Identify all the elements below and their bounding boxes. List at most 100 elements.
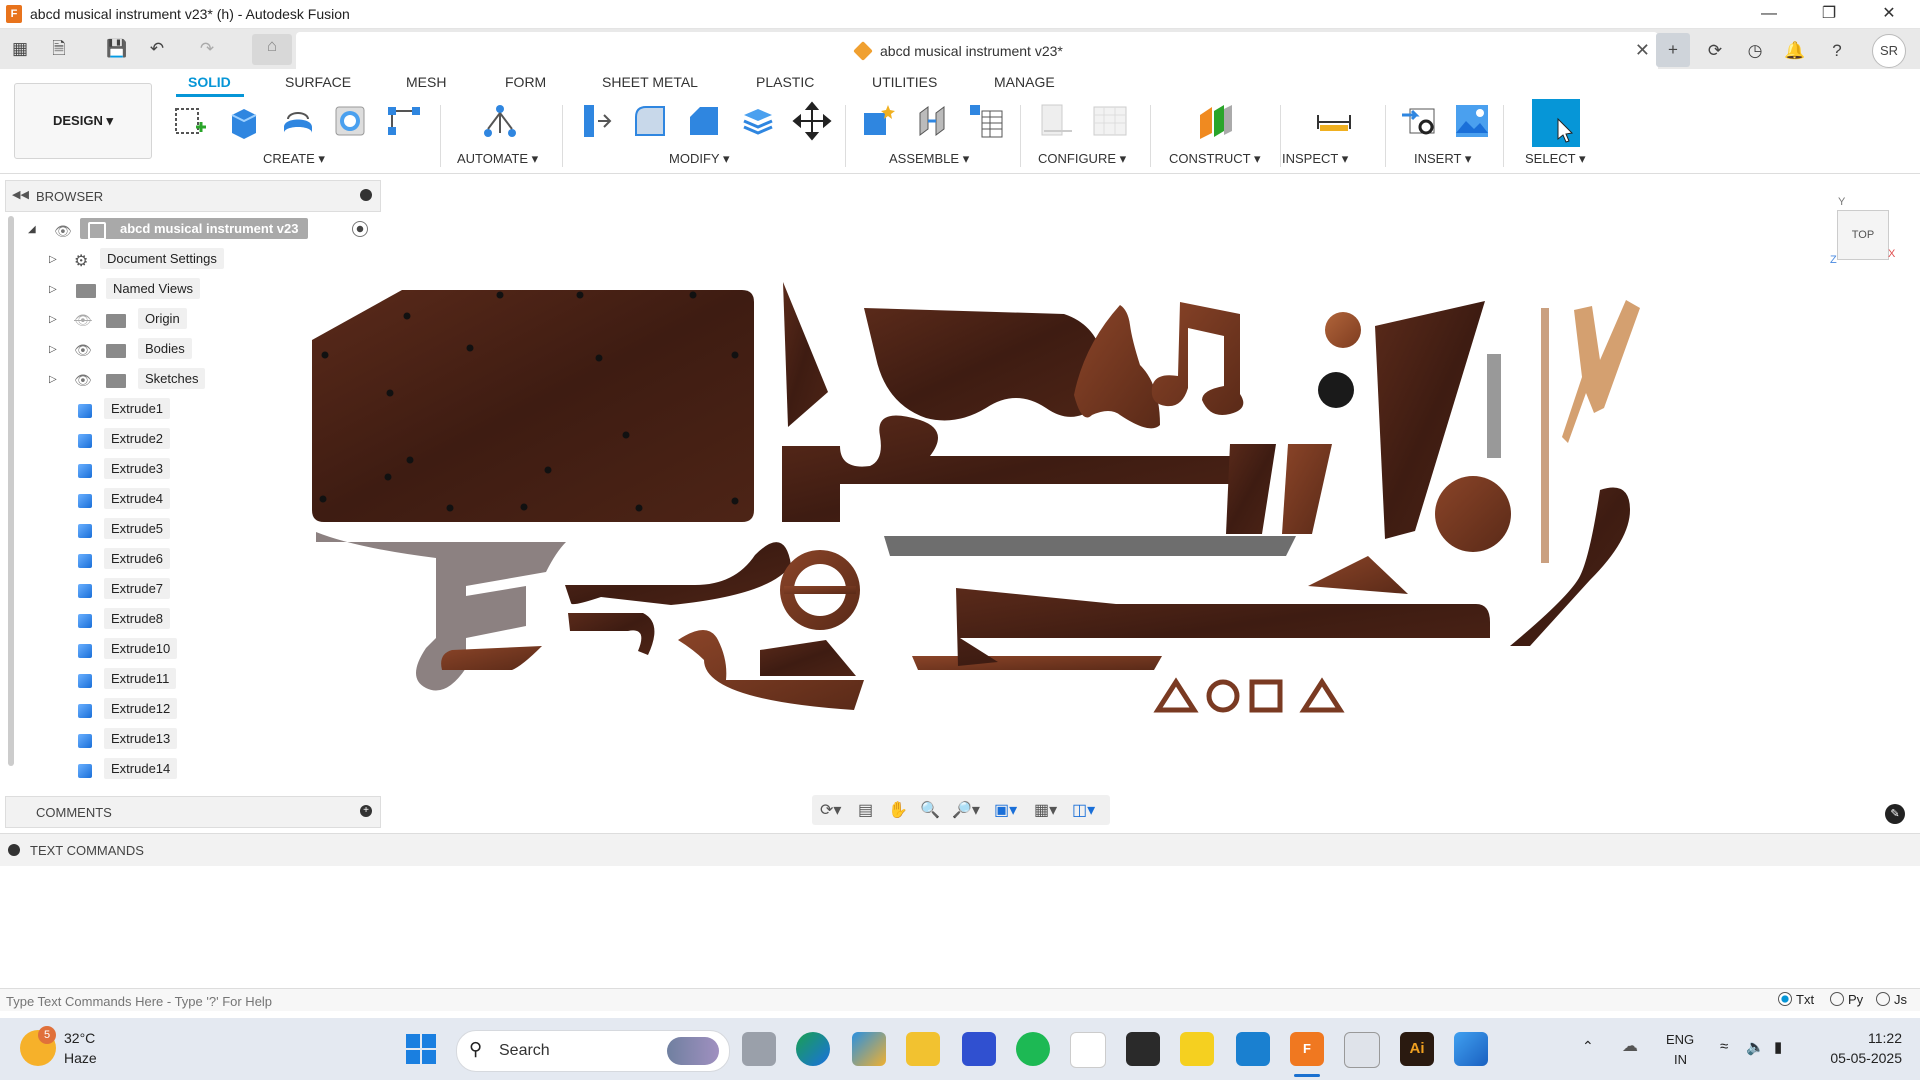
battery-icon[interactable]: ▮	[1774, 1038, 1782, 1056]
body-small-disc[interactable]	[1325, 312, 1361, 348]
revolve-icon[interactable]	[278, 101, 318, 141]
body-large-panel[interactable]	[312, 290, 754, 522]
chamfer-icon[interactable]	[684, 101, 724, 141]
speaker-muted-icon[interactable]: 🔈	[1746, 1038, 1765, 1056]
minimize-button[interactable]: —	[1754, 4, 1784, 24]
extrude-icon[interactable]	[224, 101, 264, 141]
body-thin-rod[interactable]	[1541, 308, 1549, 563]
job-status-icon[interactable]: ◷	[1740, 36, 1770, 66]
viewports-icon[interactable]: ◫▾	[1072, 800, 1095, 820]
browser-options-icon[interactable]	[360, 189, 372, 201]
display-settings-icon[interactable]: ▣▾	[994, 800, 1017, 820]
body-round-disc[interactable]	[1435, 476, 1511, 552]
body-drumsticks[interactable]	[1562, 300, 1640, 443]
configuration-table-icon[interactable]	[1090, 101, 1130, 141]
eye-visible-icon[interactable]: 👁	[74, 372, 92, 389]
create-sketch-icon[interactable]	[170, 101, 210, 141]
language-secondary[interactable]: IN	[1674, 1052, 1687, 1067]
zoom-icon[interactable]: 🔍	[920, 800, 940, 820]
new-component-icon[interactable]	[858, 101, 898, 141]
photos-icon[interactable]	[1454, 1032, 1488, 1066]
file-explorer-icon[interactable]	[906, 1032, 940, 1066]
help-icon[interactable]: ?	[1822, 36, 1852, 66]
measure-icon[interactable]	[1314, 101, 1354, 141]
expand-triangle-icon[interactable]: ▷	[49, 284, 57, 295]
taskbar-search[interactable]: ⚲ Search	[456, 1030, 730, 1072]
data-panel-grid-icon[interactable]: ▦	[7, 37, 33, 61]
terminal-icon[interactable]	[1126, 1032, 1160, 1066]
language-primary[interactable]: ENG	[1666, 1032, 1694, 1047]
extensions-icon[interactable]: ⟳	[1700, 36, 1730, 66]
mode-radio-txt[interactable]	[1778, 992, 1792, 1006]
mode-radio-py[interactable]	[1830, 992, 1844, 1006]
copilot-icon[interactable]	[852, 1032, 886, 1066]
text-command-input[interactable]	[4, 991, 1408, 1011]
vscode-icon[interactable]	[1236, 1032, 1270, 1066]
configure-icon[interactable]	[1036, 101, 1076, 141]
body-wedge-a[interactable]	[1226, 444, 1276, 534]
browser-scrollbar[interactable]	[8, 216, 14, 766]
body-outline-triangle-2[interactable]	[1299, 677, 1345, 713]
windows-start-icon[interactable]	[406, 1034, 436, 1064]
assemble-group-label[interactable]: ASSEMBLE ▾	[889, 151, 969, 167]
body-dark-disc[interactable]	[1318, 372, 1354, 408]
undo-icon[interactable]: ↶	[144, 37, 170, 61]
body-hook[interactable]	[1510, 487, 1630, 647]
clock-time[interactable]: 11:22	[1842, 1030, 1902, 1046]
automate-group-label[interactable]: AUTOMATE ▾	[457, 151, 538, 167]
body-long-bridge[interactable]	[782, 415, 1250, 522]
body-outline-square[interactable]	[1249, 679, 1283, 713]
zoom-window-icon[interactable]: 🔎▾	[952, 800, 980, 820]
hole-icon[interactable]	[330, 101, 370, 141]
insert-group-label[interactable]: INSERT ▾	[1414, 151, 1471, 167]
notifications-bell-icon[interactable]: 🔔	[1780, 36, 1810, 66]
text-commands-header[interactable]: TEXT COMMANDS	[0, 833, 1920, 866]
viewcube[interactable]: TOP	[1837, 210, 1889, 260]
browser-panel-header[interactable]: ◀◀ BROWSER	[5, 180, 381, 212]
body-music-note[interactable]	[1151, 302, 1244, 416]
bill-of-materials-icon[interactable]	[966, 101, 1006, 141]
joint-icon[interactable]	[912, 101, 952, 141]
body-small-hook[interactable]	[568, 613, 655, 655]
shell-icon[interactable]	[738, 101, 778, 141]
redo-icon[interactable]: ↷	[194, 37, 220, 61]
new-tab-plus-icon[interactable]: +	[1656, 33, 1690, 67]
body-outline-triangle[interactable]	[1153, 677, 1199, 713]
close-tab-icon[interactable]: ✕	[1635, 40, 1650, 61]
body-ornament[interactable]	[1074, 305, 1160, 429]
body-rail[interactable]	[912, 656, 1162, 670]
body-flat-triangle[interactable]	[1308, 556, 1408, 594]
select-tool-icon[interactable]	[1532, 99, 1580, 147]
tab-mesh[interactable]: MESH	[406, 74, 446, 90]
profile-avatar[interactable]: SR	[1872, 34, 1906, 68]
body-ring-bar[interactable]	[784, 586, 856, 594]
tab-plastic[interactable]: PLASTIC	[756, 74, 814, 90]
tab-form[interactable]: FORM	[505, 74, 546, 90]
tab-surface[interactable]: SURFACE	[285, 74, 351, 90]
sticky-notes-icon[interactable]	[1180, 1032, 1214, 1066]
body-dark-triangle[interactable]	[760, 640, 856, 676]
fusion-taskbar-icon[interactable]: F	[1290, 1032, 1324, 1066]
select-group-label[interactable]: SELECT ▾	[1525, 151, 1585, 167]
file-menu-icon[interactable]: 🗎	[46, 37, 72, 61]
eye-visible-icon[interactable]: 👁	[54, 223, 72, 240]
microsoft-store-icon[interactable]	[1070, 1032, 1106, 1068]
onedrive-offline-icon[interactable]: ☁	[1622, 1036, 1638, 1056]
home-icon[interactable]: ⌂	[252, 34, 292, 65]
snipping-tool-icon[interactable]	[1344, 1032, 1380, 1068]
vector-app-icon[interactable]	[962, 1032, 996, 1066]
pattern-icon[interactable]	[384, 101, 424, 141]
expand-triangle-icon[interactable]: ▷	[49, 254, 57, 265]
mode-radio-js[interactable]	[1876, 992, 1890, 1006]
spotify-icon[interactable]	[1016, 1032, 1050, 1066]
expand-triangle-icon[interactable]: ▷	[49, 314, 57, 325]
clock-date[interactable]: 05-05-2025	[1816, 1050, 1902, 1066]
construct-plane-icon[interactable]	[1196, 101, 1236, 141]
eye-visible-icon[interactable]: 👁	[74, 342, 92, 359]
activate-radio-icon[interactable]	[352, 221, 368, 237]
tab-utilities[interactable]: UTILITIES	[872, 74, 937, 90]
comments-panel-header[interactable]: COMMENTS +	[5, 796, 381, 828]
show-hidden-icons-chevron[interactable]: ⌃	[1582, 1038, 1594, 1055]
illustrator-icon[interactable]: Ai	[1400, 1032, 1434, 1066]
eye-hidden-icon[interactable]: 👁	[74, 312, 92, 329]
